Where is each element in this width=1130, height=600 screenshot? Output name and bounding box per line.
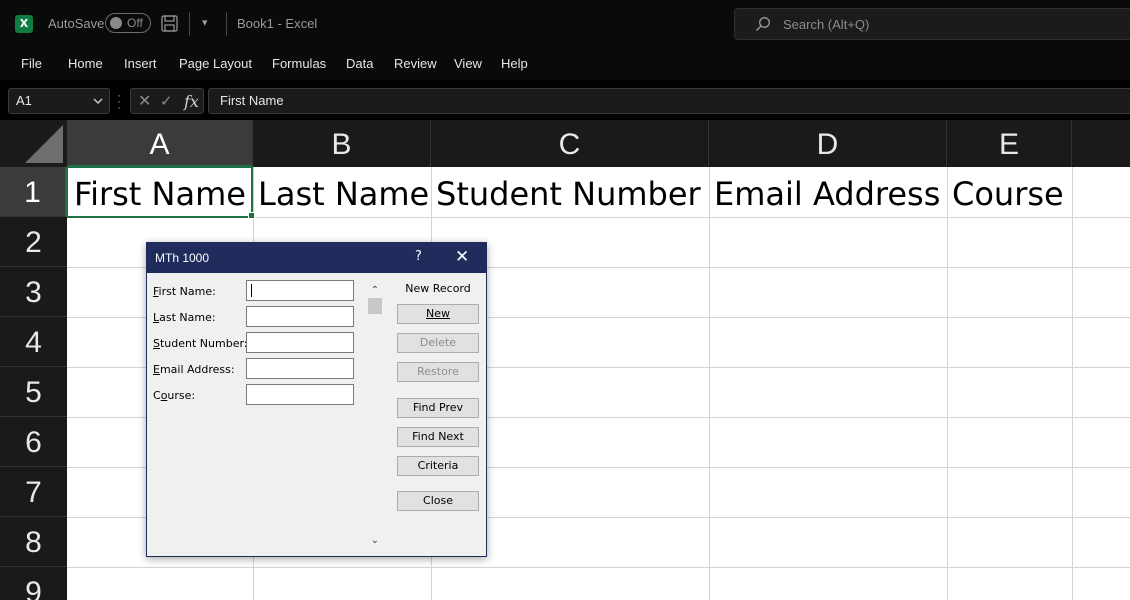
find-prev-button[interactable]: Find Prev bbox=[397, 398, 479, 418]
scroll-down-icon[interactable]: ⌄ bbox=[367, 535, 383, 546]
customize-qat-chevron-icon[interactable]: ▾ bbox=[202, 16, 208, 29]
name-box-value: A1 bbox=[16, 93, 32, 108]
autosave-toggle[interactable]: Off bbox=[105, 13, 151, 33]
column-header-a[interactable]: A bbox=[67, 120, 253, 167]
cell-c1[interactable]: Student Number bbox=[436, 175, 701, 213]
tab-formulas[interactable]: Formulas bbox=[272, 56, 326, 71]
save-icon[interactable] bbox=[161, 15, 178, 32]
column-header-b[interactable]: B bbox=[253, 120, 431, 167]
scrollbar-thumb[interactable] bbox=[368, 298, 382, 314]
row-header-2[interactable]: 2 bbox=[0, 217, 67, 267]
tab-home[interactable]: Home bbox=[68, 56, 103, 71]
email-address-field[interactable] bbox=[246, 358, 354, 379]
tab-file[interactable]: File bbox=[21, 56, 42, 71]
toggle-knob bbox=[110, 17, 122, 29]
tab-data[interactable]: Data bbox=[346, 56, 373, 71]
last-name-field[interactable] bbox=[246, 306, 354, 327]
chevron-down-icon[interactable] bbox=[93, 95, 103, 107]
more-options-icon[interactable]: · · · bbox=[117, 89, 123, 113]
gridline bbox=[67, 567, 1130, 568]
row-header-5[interactable]: 5 bbox=[0, 367, 67, 417]
row-header-1[interactable]: 1 bbox=[0, 167, 67, 217]
divider bbox=[189, 12, 190, 36]
delete-button[interactable]: Delete bbox=[397, 333, 479, 353]
row-header-8[interactable]: 8 bbox=[0, 517, 67, 567]
gridline bbox=[947, 167, 948, 600]
formula-controls: ✕ ✓ fx bbox=[130, 88, 204, 114]
cell-d1[interactable]: Email Address bbox=[714, 175, 940, 213]
student-number-field[interactable] bbox=[246, 332, 354, 353]
formula-input[interactable]: First Name bbox=[208, 88, 1130, 114]
search-icon bbox=[756, 17, 770, 31]
record-scrollbar[interactable] bbox=[367, 283, 383, 553]
fill-handle[interactable] bbox=[248, 212, 255, 219]
select-all-button[interactable] bbox=[0, 120, 67, 167]
document-title: Book1 - Excel bbox=[237, 16, 318, 31]
dialog-title-bar[interactable]: MTh 1000 ? ✕ bbox=[147, 243, 486, 273]
formula-bar: A1 · · · ✕ ✓ fx First Name bbox=[0, 84, 1130, 118]
cell-b1[interactable]: Last Name bbox=[258, 175, 429, 213]
column-header-c[interactable]: C bbox=[431, 120, 709, 167]
row-header-9[interactable]: 9 bbox=[0, 567, 67, 600]
title-bar: X AutoSave Off ▾ Book1 - Excel Search (A… bbox=[0, 0, 1130, 48]
gridline bbox=[1072, 167, 1073, 600]
formula-content: First Name bbox=[220, 93, 284, 108]
column-header-d[interactable]: D bbox=[709, 120, 947, 167]
search-box[interactable]: Search (Alt+Q) bbox=[734, 8, 1130, 40]
row-header-3[interactable]: 3 bbox=[0, 267, 67, 317]
field-label-last-name: Last Name: bbox=[153, 311, 216, 324]
divider bbox=[226, 12, 227, 36]
cell-e1[interactable]: Course bbox=[952, 175, 1064, 213]
column-header-e[interactable]: E bbox=[947, 120, 1072, 167]
row-header-6[interactable]: 6 bbox=[0, 417, 67, 467]
restore-button[interactable]: Restore bbox=[397, 362, 479, 382]
gridline bbox=[709, 167, 710, 600]
scroll-up-icon[interactable]: ⌃ bbox=[367, 285, 383, 296]
close-icon[interactable]: ✕ bbox=[455, 247, 469, 267]
tab-insert[interactable]: Insert bbox=[124, 56, 157, 71]
row-header-4[interactable]: 4 bbox=[0, 317, 67, 367]
help-icon[interactable]: ? bbox=[415, 249, 422, 264]
cancel-icon[interactable]: ✕ bbox=[138, 94, 151, 110]
tab-help[interactable]: Help bbox=[501, 56, 528, 71]
new-button[interactable]: New bbox=[397, 304, 479, 324]
course-field[interactable] bbox=[246, 384, 354, 405]
field-label-first-name: First Name: bbox=[153, 285, 216, 298]
name-box[interactable]: A1 bbox=[8, 88, 110, 114]
first-name-field[interactable] bbox=[246, 280, 354, 301]
tab-page-layout[interactable]: Page Layout bbox=[179, 56, 252, 71]
insert-function-icon[interactable]: fx bbox=[184, 92, 199, 111]
tab-view[interactable]: View bbox=[454, 56, 482, 71]
close-button[interactable]: Close bbox=[397, 491, 479, 511]
autosave-label: AutoSave bbox=[48, 16, 105, 31]
row-header-7[interactable]: 7 bbox=[0, 467, 67, 517]
excel-logo-icon: X bbox=[15, 15, 37, 33]
active-cell-border bbox=[67, 167, 253, 218]
criteria-button[interactable]: Criteria bbox=[397, 456, 479, 476]
text-caret bbox=[251, 284, 252, 297]
ribbon-tabs: File Home Insert Page Layout Formulas Da… bbox=[0, 48, 1130, 80]
field-label-email-address: Email Address: bbox=[153, 363, 235, 376]
dialog-title: MTh 1000 bbox=[155, 251, 210, 265]
column-header-f[interactable] bbox=[1072, 120, 1130, 167]
select-all-triangle-icon bbox=[25, 125, 63, 163]
find-next-button[interactable]: Find Next bbox=[397, 427, 479, 447]
record-status: New Record bbox=[405, 282, 471, 295]
autosave-state: Off bbox=[127, 16, 143, 30]
field-label-course: Course: bbox=[153, 389, 196, 402]
field-label-student-number: Student Number: bbox=[153, 337, 248, 350]
check-icon[interactable]: ✓ bbox=[160, 94, 173, 110]
search-placeholder: Search (Alt+Q) bbox=[783, 17, 870, 32]
data-form-dialog: MTh 1000 ? ✕ First Name: Last Name: Stud… bbox=[146, 242, 487, 557]
tab-review[interactable]: Review bbox=[394, 56, 437, 71]
